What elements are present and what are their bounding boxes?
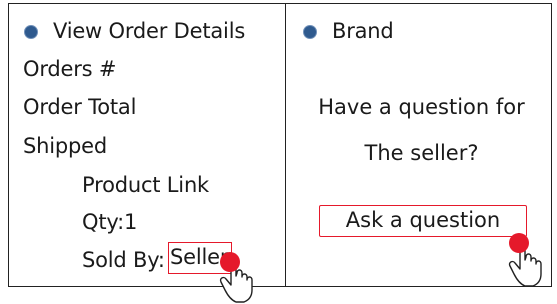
shipped-label: Shipped bbox=[23, 134, 107, 158]
ask-question-button[interactable]: Ask a question bbox=[319, 205, 527, 237]
order-total-label: Order Total bbox=[23, 95, 137, 119]
panel-divider bbox=[285, 4, 287, 286]
quantity-label: Qty:1 bbox=[82, 210, 138, 234]
right-header-bullet-icon bbox=[303, 25, 317, 39]
view-order-details-link[interactable]: View Order Details bbox=[53, 21, 245, 42]
seller-link[interactable]: Seller bbox=[168, 242, 232, 274]
product-link[interactable]: Product Link bbox=[82, 175, 209, 196]
left-header-bullet-icon bbox=[24, 25, 38, 39]
orders-number-label: Orders # bbox=[23, 57, 117, 81]
question-line-1: Have a question for bbox=[318, 95, 525, 119]
brand-link[interactable]: Brand bbox=[332, 21, 394, 42]
question-line-2: The seller? bbox=[364, 141, 479, 165]
sold-by-label: Sold By: bbox=[82, 248, 165, 272]
seller-link-text: Seller bbox=[170, 245, 229, 269]
